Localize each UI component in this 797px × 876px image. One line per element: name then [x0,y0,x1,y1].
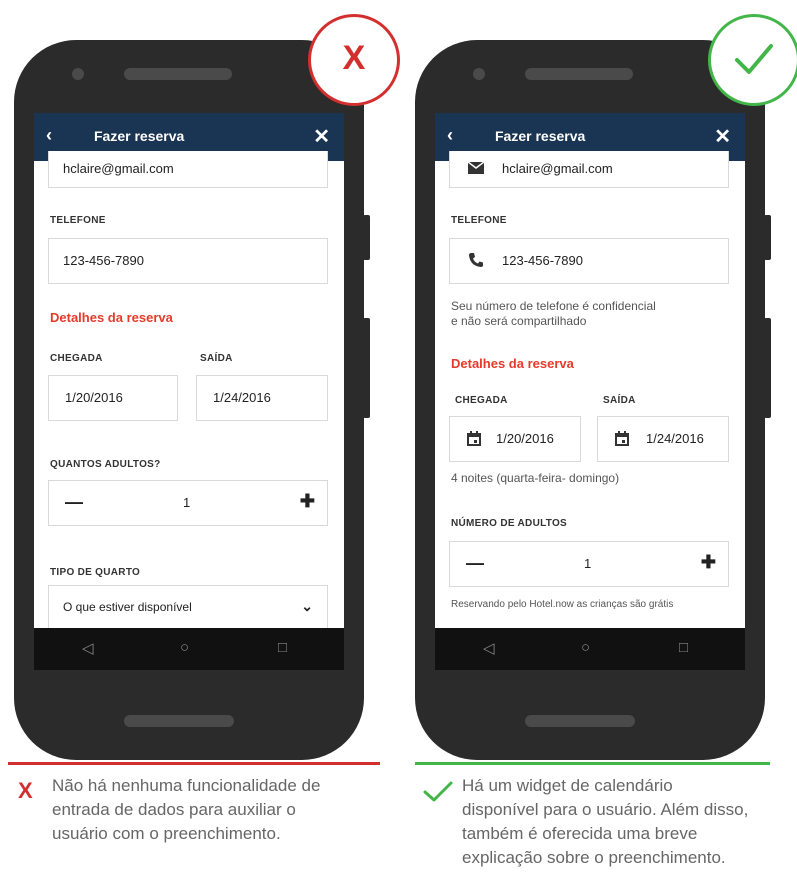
nav-recents-icon[interactable]: □ [679,639,688,656]
phone-mockup-bad: ‹ Fazer reserva ✕ hclaire@gmail.com TELE… [14,40,364,760]
checkout-label: SAÍDA [200,353,233,364]
email-value: hclaire@gmail.com [502,161,613,176]
email-field[interactable]: hclaire@gmail.com [48,151,328,188]
front-camera [473,68,485,80]
chevron-down-icon[interactable]: ⌄ [301,598,313,615]
checkout-label: SAÍDA [603,395,636,406]
email-value: hclaire@gmail.com [63,161,174,176]
phone-mockup-good: ‹ Fazer reserva ✕ hclaire@gmail.com TELE… [415,40,765,760]
volume-button [764,215,771,260]
checkout-date-picker[interactable]: 1/24/2016 [597,416,729,462]
phone-label: TELEFONE [50,215,106,226]
checkmark-icon [735,44,773,74]
bad-caption-line2: entrada de dados para auxiliar o [52,800,296,819]
room-type-value: O que estiver disponível [63,600,192,614]
minus-icon[interactable]: — [65,492,83,513]
phone-label: TELEFONE [451,215,507,226]
nav-back-icon[interactable]: ◁ [483,639,495,657]
checkout-value: 1/24/2016 [213,390,271,405]
good-caption-line1: Há um widget de calendário [462,776,673,795]
adults-value: 1 [183,495,191,510]
phone-privacy-note-line2: e não será compartilhado [451,314,587,328]
chin-bar [124,715,234,727]
room-type-select[interactable]: O que estiver disponível ⌄ [48,585,328,628]
good-example-badge [708,14,797,106]
adults-label: QUANTOS ADULTOS? [50,459,161,470]
checkin-label: CHEGADA [50,353,103,364]
nav-home-icon[interactable]: ○ [180,639,189,656]
checkin-date-picker[interactable]: 1/20/2016 [449,416,581,462]
email-field[interactable]: hclaire@gmail.com [449,151,729,188]
bad-divider [8,762,380,765]
calendar-icon [467,431,481,446]
power-button [764,318,771,418]
x-icon: X [342,39,366,77]
bad-caption: Não há nenhuma funcionalidade de entrada… [52,774,320,846]
close-icon[interactable]: ✕ [714,124,731,149]
phone-privacy-note: Seu número de telefone é confidencial e … [451,299,656,329]
android-nav-bar: ◁ ○ □ [34,628,344,670]
section-title: Detalhes da reserva [50,310,173,325]
android-nav-bar: ◁ ○ □ [435,628,745,670]
phone-field[interactable]: 123-456-7890 [449,238,729,284]
phone-icon [469,253,483,267]
bad-example-badge: X [308,14,400,106]
good-caption-line2: disponível para o usuário. Além disso, [462,800,749,819]
plus-icon[interactable]: ✚ [701,552,716,573]
children-free-note: Reservando pelo Hotel.now as crianças sã… [451,599,674,610]
speaker-grille [525,68,633,80]
phone-privacy-note-line1: Seu número de telefone é confidencial [451,299,656,313]
checkin-label: CHEGADA [455,395,508,406]
back-arrow-icon[interactable]: ‹ [447,125,453,146]
calendar-icon [615,431,629,446]
app-bar-title: Fazer reserva [495,128,586,144]
checkmark-icon [423,781,453,802]
back-arrow-icon[interactable]: ‹ [46,125,52,146]
checkout-field[interactable]: 1/24/2016 [196,375,328,421]
room-type-label: TIPO DE QUARTO [50,567,141,578]
checkin-value: 1/20/2016 [496,431,554,446]
nav-home-icon[interactable]: ○ [581,639,590,656]
adults-label: NÚMERO DE ADULTOS [451,518,568,529]
phone-field[interactable]: 123-456-7890 [48,238,328,284]
checkin-field[interactable]: 1/20/2016 [48,375,178,421]
checkout-value: 1/24/2016 [646,431,704,446]
plus-icon[interactable]: ✚ [300,491,315,512]
adults-stepper[interactable]: — 1 ✚ [48,480,328,526]
app-bar-title: Fazer reserva [94,128,185,144]
good-divider [415,762,770,765]
app-screen: ‹ Fazer reserva ✕ hclaire@gmail.com TELE… [34,113,344,628]
close-icon[interactable]: ✕ [313,124,330,149]
bad-caption-line3: usuário com o preenchimento. [52,824,281,843]
good-caption: Há um widget de calendário disponível pa… [462,774,748,870]
chin-bar [525,715,635,727]
mail-icon [468,162,484,174]
nights-note: 4 noites (quarta-feira- domingo) [451,471,620,485]
speaker-grille [124,68,232,80]
section-title: Detalhes da reserva [451,356,574,371]
good-caption-line3: também é oferecida uma breve [462,824,698,843]
app-screen: ‹ Fazer reserva ✕ hclaire@gmail.com TELE… [435,113,745,628]
power-button [363,318,370,418]
nav-back-icon[interactable]: ◁ [82,639,94,657]
minus-icon[interactable]: — [466,553,484,574]
good-caption-line4: explicação sobre o preenchimento. [462,848,726,867]
volume-button [363,215,370,260]
front-camera [72,68,84,80]
nav-recents-icon[interactable]: □ [278,639,287,656]
phone-value: 123-456-7890 [502,253,583,268]
adults-value: 1 [584,556,592,571]
adults-stepper[interactable]: — 1 ✚ [449,541,729,587]
phone-value: 123-456-7890 [63,253,144,268]
bad-caption-line1: Não há nenhuma funcionalidade de [52,776,321,795]
x-icon: X [18,778,33,803]
checkin-value: 1/20/2016 [65,390,123,405]
